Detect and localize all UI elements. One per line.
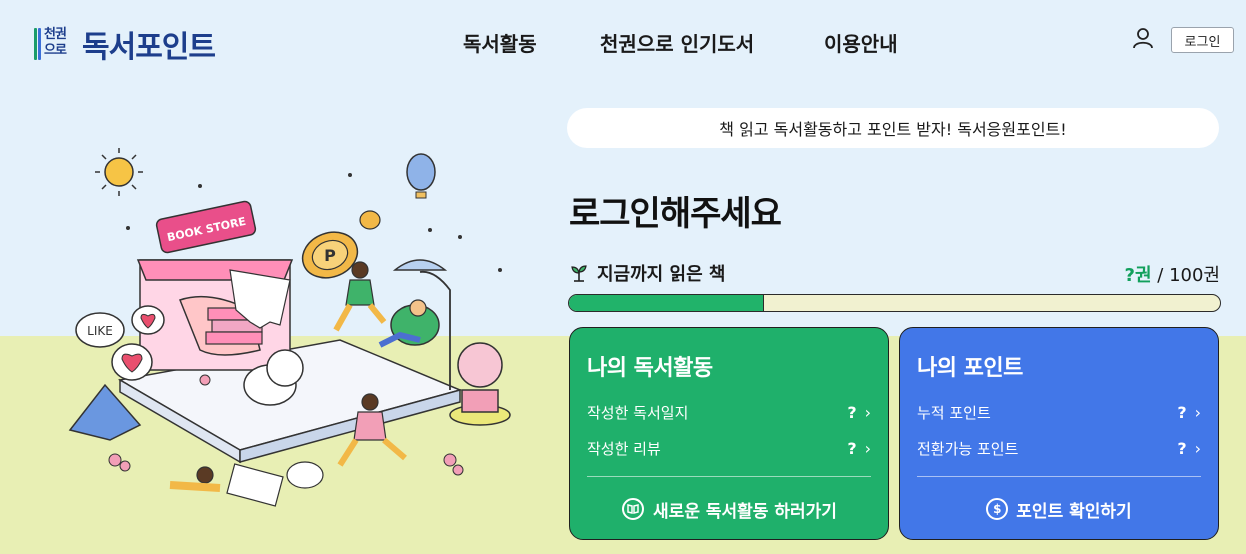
activity-row-value: ? [847,438,857,458]
heart-icon [131,305,165,335]
coin-symbol: P [324,246,336,265]
points-card-title: 나의 포인트 [917,356,1023,381]
points-row-accumulated[interactable]: 누적 포인트 ? › [917,401,1201,423]
chevron-right-icon: › [864,438,871,458]
reading-progress-fill [569,295,765,311]
book-store-sign: BOOK STORE [155,200,257,254]
points-row-convertible[interactable]: 전환가능 포인트 ? › [917,437,1201,459]
nav-item-guide[interactable]: 이용안내 [824,28,898,57]
points-row-value: ? [1177,438,1187,458]
activity-row-reviews[interactable]: 작성한 리뷰 ? › [587,437,871,459]
stamp-icon [449,342,511,426]
check-points-label: 포인트 확인하기 [1016,501,1132,522]
login-button[interactable]: 로그인 [1171,27,1234,53]
my-reading-activity-card: 나의 독서활동 작성한 독서일지 ? › 작성한 리뷰 ? › 새로운 독서활동… [569,327,889,540]
promo-banner: 책 읽고 독서활동하고 포인트 받자! 독서응원포인트! [567,108,1219,148]
main-nav: 독서활동 천권으로 인기도서 이용안내 [0,28,1246,58]
new-activity-label: 새로운 독서활동 하러가기 [653,501,837,522]
dollar-icon: $ [986,498,1009,520]
my-points-card: 나의 포인트 누적 포인트 ? › 전환가능 포인트 ? › $ 포인트 확인하… [899,327,1219,540]
like-bubble: LIKE [75,312,125,348]
check-points-button[interactable]: $ 포인트 확인하기 [900,494,1218,524]
activity-row-label: 작성한 리뷰 [587,439,661,458]
hot-air-balloon-icon [406,153,436,199]
chevron-right-icon: › [1194,402,1201,422]
like-bubble-text: LIKE [87,324,113,338]
point-coin-icon: P [301,231,359,279]
activity-row-value: ? [847,402,857,422]
activity-row-journals[interactable]: 작성한 독서일지 ? › [587,401,871,423]
nav-item-popular-books[interactable]: 천권으로 인기도서 [600,28,754,57]
chevron-right-icon: › [1194,438,1201,458]
new-activity-button[interactable]: 새로운 독서활동 하러가기 [570,494,888,524]
page-title: 로그인해주세요 [569,194,782,234]
chevron-right-icon: › [864,402,871,422]
nav-item-reading-activity[interactable]: 독서활동 [463,28,537,57]
card-divider [917,476,1201,477]
books-read-total: 100권 [1169,265,1220,286]
user-icon[interactable] [1131,26,1155,50]
books-read-separator: / [1151,265,1170,286]
bookstore-illustration: BOOK STORE P LIKE [68,148,511,507]
books-read-current: ?권 [1124,265,1152,286]
points-row-value: ? [1177,402,1187,422]
sprout-icon [571,265,587,282]
points-row-label: 누적 포인트 [917,403,991,422]
activity-row-label: 작성한 독서일지 [587,403,689,422]
heart-icon-large [111,343,153,381]
books-read-count: ?권 / 100권 [1125,261,1220,287]
books-read-label: 지금까지 읽은 책 [569,260,725,286]
activity-card-title: 나의 독서활동 [587,356,713,381]
book-icon [622,498,645,520]
reading-progress-bar [568,294,1221,312]
books-read-label-text: 지금까지 읽은 책 [597,264,726,285]
card-divider [587,476,871,477]
points-row-label: 전환가능 포인트 [917,439,1019,458]
sun-icon [95,148,143,196]
